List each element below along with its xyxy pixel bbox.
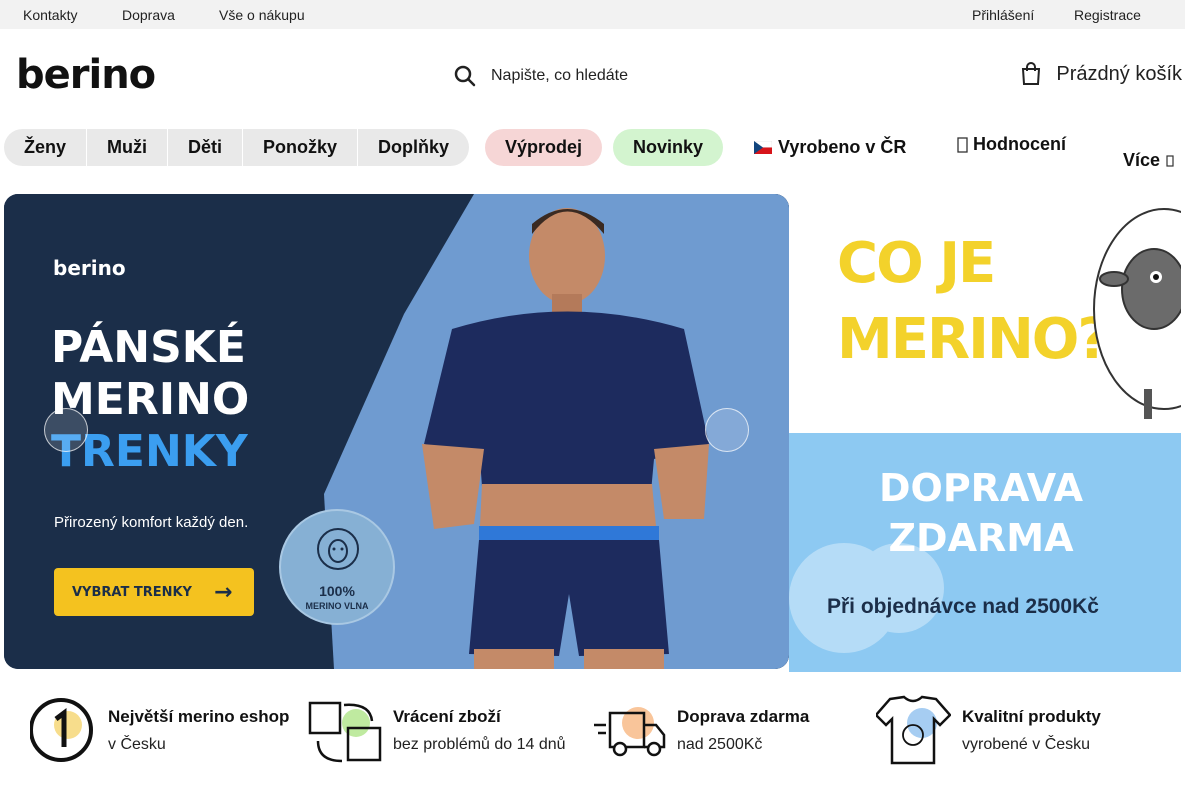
sheep-icon bbox=[317, 528, 359, 570]
about-purchase-link[interactable]: Vše o nákupu bbox=[219, 7, 305, 23]
what-is-merino-line1: CO JE bbox=[837, 231, 996, 296]
hero-brand: berino bbox=[53, 256, 126, 280]
feature-desc: v Česku bbox=[108, 736, 166, 753]
shopping-bag-icon bbox=[1022, 62, 1041, 85]
nav-item-sale[interactable]: Výprodej bbox=[485, 129, 603, 166]
register-link[interactable]: Registrace bbox=[1074, 7, 1141, 23]
what-is-merino-line2: MERINO? bbox=[837, 307, 1110, 372]
badge-label: MERINO VLNA bbox=[305, 601, 369, 611]
free-shipping-line1: DOPRAVA bbox=[878, 466, 1084, 510]
sheep-illustration bbox=[1093, 208, 1181, 419]
carousel-prev-button[interactable] bbox=[44, 408, 88, 452]
tshirt-icon bbox=[876, 695, 951, 765]
top-utility-bar: Kontakty Doprava Vše o nákupu Přihlášení… bbox=[0, 0, 1185, 29]
free-shipping-subtitle: Při objednávce nad 2500Kč bbox=[827, 595, 1099, 618]
free-shipping-banner[interactable]: DOPRAVA ZDARMA Při objednávce nad 2500Kč bbox=[789, 433, 1181, 672]
nav-item-women[interactable]: Ženy bbox=[4, 129, 88, 166]
delivery-truck-icon bbox=[594, 707, 666, 757]
nav-item-new[interactable]: Novinky bbox=[613, 129, 724, 166]
merino-wool-badge: 100% MERINO VLNA bbox=[279, 509, 395, 625]
feature-title: Největší merino eshop bbox=[108, 707, 290, 726]
nav-item-socks[interactable]: Ponožky bbox=[243, 129, 359, 166]
feature-free-shipping: Doprava zdarma nad 2500Kč bbox=[592, 695, 867, 767]
what-is-merino-title: CO JE MERINO? bbox=[837, 226, 1110, 378]
search-bar[interactable]: Napište, co hledáte bbox=[448, 58, 808, 94]
feature-desc: nad 2500Kč bbox=[677, 736, 763, 753]
reviews-label: Hodnocení bbox=[973, 134, 1066, 154]
feature-title: Kvalitní produkty bbox=[962, 707, 1101, 726]
search-icon[interactable] bbox=[452, 63, 478, 89]
category-nav: Ženy Muži Děti Ponožky Doplňky bbox=[4, 129, 470, 166]
hero-cta-label: VYBRAT TRENKY bbox=[72, 584, 192, 600]
login-link[interactable]: Přihlášení bbox=[972, 7, 1034, 23]
carousel-next-button[interactable] bbox=[705, 408, 749, 452]
feature-quality: Kvalitní produkty vyrobené v Česku bbox=[876, 695, 1166, 767]
star-icon bbox=[957, 136, 968, 153]
logo[interactable]: berino bbox=[16, 54, 156, 96]
free-shipping-line2: ZDARMA bbox=[888, 516, 1074, 560]
hero-subtitle: Přirozený komfort každý den. bbox=[54, 514, 249, 531]
hero-title-line1: PÁNSKÉ bbox=[51, 322, 246, 373]
feature-largest-eshop: Největší merino eshop v Česku bbox=[30, 695, 305, 767]
logo-text: berino bbox=[16, 52, 156, 98]
number-one-icon bbox=[30, 698, 93, 762]
chevron-down-icon bbox=[1166, 154, 1174, 167]
nav-item-more[interactable]: Více bbox=[1123, 150, 1174, 171]
what-is-merino-banner[interactable]: CO JE MERINO? bbox=[789, 194, 1181, 433]
feature-desc: vyrobené v Česku bbox=[962, 736, 1091, 753]
badge-percent: 100% bbox=[319, 583, 355, 599]
cart-button[interactable]: Prázdný košík bbox=[1020, 62, 1182, 86]
made-in-label: Vyrobeno v ČR bbox=[778, 137, 907, 157]
more-label: Více bbox=[1123, 150, 1161, 170]
search-input[interactable]: Napište, co hledáte bbox=[491, 67, 628, 85]
czech-flag-icon bbox=[754, 141, 772, 154]
nav-item-made-in-cz[interactable]: Vyrobeno v ČR bbox=[754, 137, 906, 158]
hero-cta-button[interactable]: VYBRAT TRENKY → bbox=[54, 568, 254, 616]
hero-title: PÁNSKÉ MERINO TRENKY bbox=[51, 322, 249, 478]
contacts-link[interactable]: Kontakty bbox=[23, 7, 77, 23]
feature-title: Doprava zdarma bbox=[677, 707, 810, 726]
nav-item-reviews[interactable]: Hodnocení bbox=[957, 134, 1066, 155]
feature-title: Vrácení zboží bbox=[393, 707, 501, 726]
free-shipping-title: DOPRAVA ZDARMA bbox=[851, 463, 1111, 563]
nav-item-accessories[interactable]: Doplňky bbox=[358, 129, 469, 166]
nav-item-kids[interactable]: Děti bbox=[168, 129, 244, 166]
nav-item-men[interactable]: Muži bbox=[87, 129, 169, 166]
hero-banner[interactable]: berino PÁNSKÉ MERINO TRENKY Přirozený ko… bbox=[4, 194, 789, 669]
shipping-link[interactable]: Doprava bbox=[122, 7, 175, 23]
cart-label: Prázdný košík bbox=[1056, 62, 1182, 85]
boxes-return-icon bbox=[308, 701, 382, 763]
arrow-right-icon: → bbox=[213, 579, 233, 605]
feature-returns: Vrácení zboží bez problémů do 14 dnů bbox=[308, 695, 583, 767]
feature-desc: bez problémů do 14 dnů bbox=[393, 736, 566, 753]
